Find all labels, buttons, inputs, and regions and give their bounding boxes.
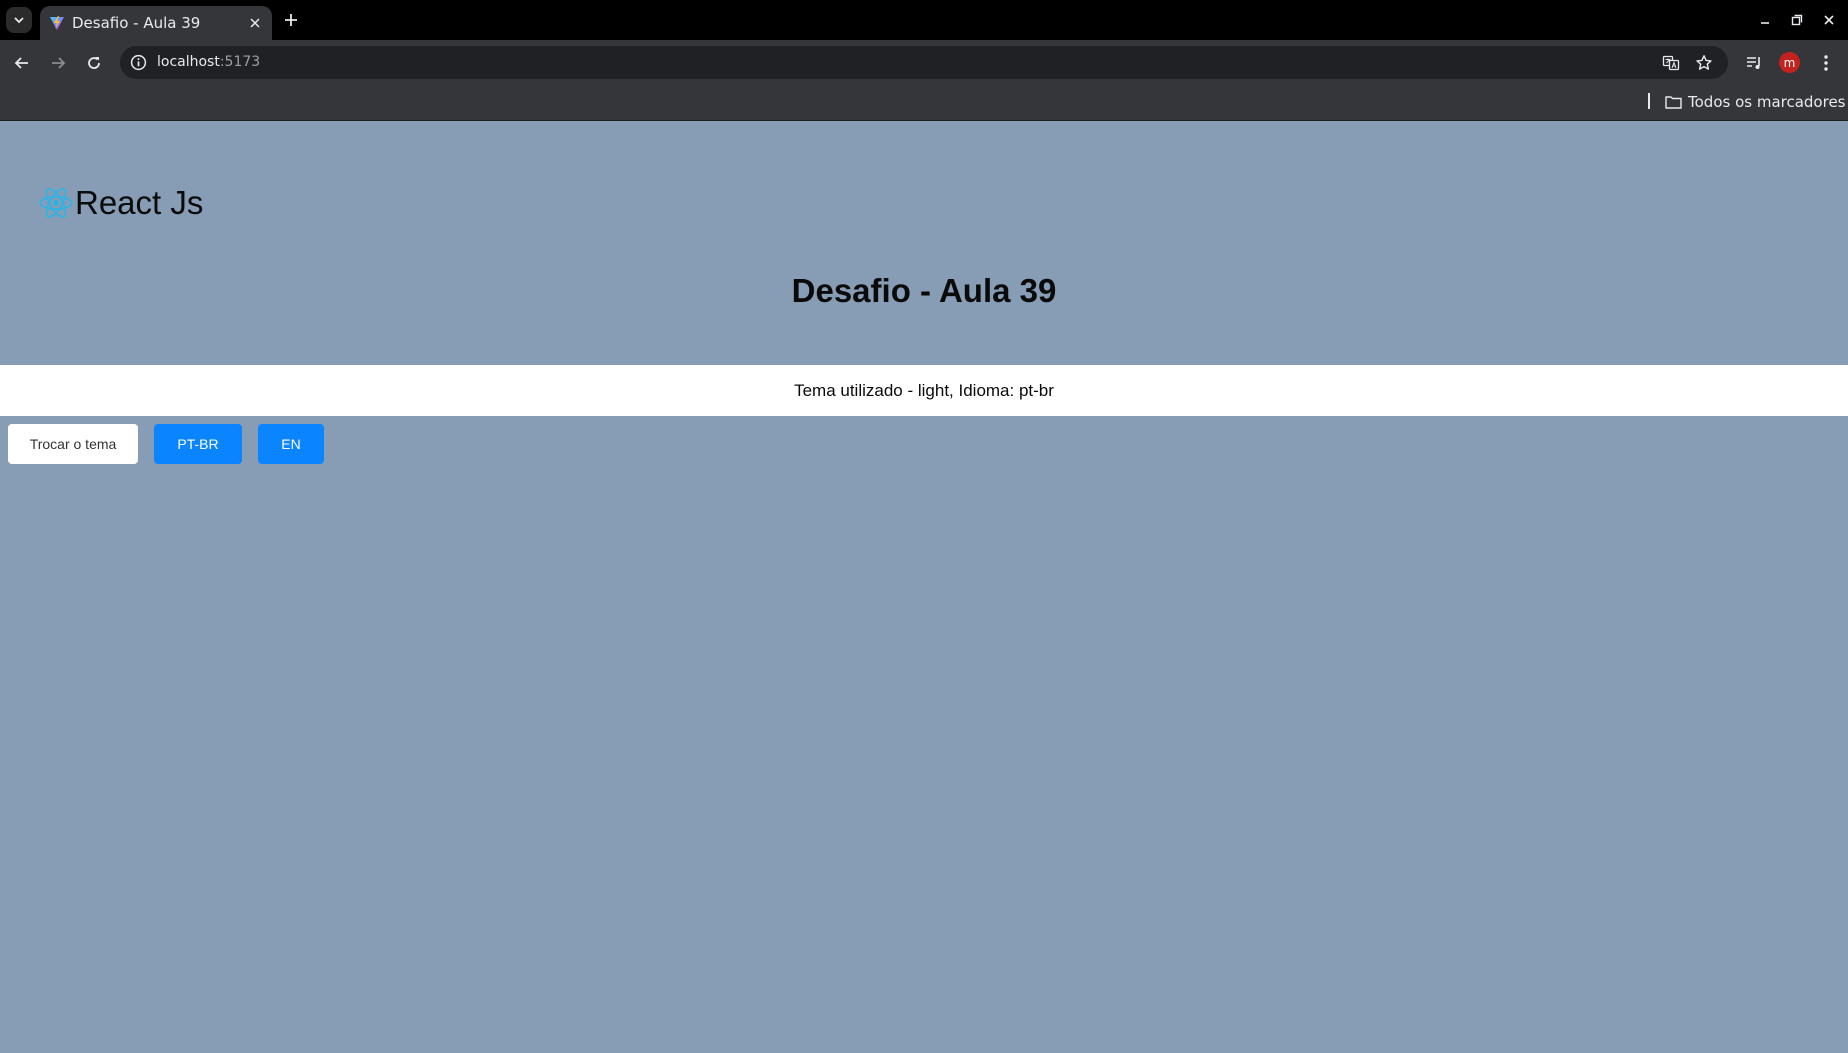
star-icon [1696,55,1712,70]
status-text: Tema utilizado - light, Idioma: pt-br [794,380,1054,400]
minimize-icon [1761,22,1769,24]
translate-icon [1662,55,1680,71]
react-logo-icon [39,188,73,218]
status-strip: Tema utilizado - light, Idioma: pt-br [0,365,1848,416]
translate-button[interactable] [1660,52,1682,74]
url-host: localhost [157,54,220,70]
reload-button[interactable] [80,49,108,77]
minimize-button[interactable] [1754,9,1776,31]
tab-title: Desafio - Aula 39 [72,14,201,32]
bookmark-star-button[interactable] [1693,52,1715,74]
bookmarks-separator [1648,93,1650,109]
url-text: localhost:5173 [157,54,260,70]
page-content: React Js Desafio - Aula 39 Tema utilizad… [0,121,1848,1053]
tab-list-button[interactable] [6,7,32,33]
back-arrow-icon [14,57,28,69]
all-bookmarks-button[interactable]: Todos os marcadores [1665,90,1846,114]
brand-text: React Js [75,184,204,221]
language-ptbr-button[interactable]: PT-BR [154,424,242,464]
browser-toolbar: localhost:5173 m [0,40,1848,85]
page-title: Desafio - Aula 39 [791,272,1057,309]
new-tab-button[interactable] [280,9,302,31]
address-bar[interactable]: localhost:5173 [120,46,1728,79]
reload-icon [88,57,100,69]
window-close-icon [1824,15,1834,25]
restore-icon [1791,14,1803,26]
forward-button[interactable] [44,49,72,77]
media-controls-button[interactable] [1742,51,1766,75]
browser-menu-button[interactable] [1814,51,1838,75]
language-en-button[interactable]: EN [258,424,324,464]
menu-dots-icon [1824,55,1828,71]
folder-icon [1665,96,1682,109]
forward-arrow-icon [52,57,66,69]
tab-close-button[interactable] [246,14,264,32]
url-port: :5173 [219,54,261,70]
bookmarks-bar: Todos os marcadores [0,85,1848,121]
tab-list-icon [14,17,24,24]
vite-favicon-icon [50,16,64,30]
all-bookmarks-label: Todos os marcadores [1688,93,1846,111]
restore-button[interactable] [1786,9,1808,31]
window-close-button[interactable] [1818,9,1840,31]
plus-icon [285,14,297,26]
browser-tab-active[interactable]: Desafio - Aula 39 [40,6,272,40]
browser-tab-bar: Desafio - Aula 39 [0,0,1848,40]
info-icon[interactable] [130,54,147,71]
toggle-theme-button[interactable]: Trocar o tema [8,424,138,464]
profile-avatar[interactable]: m [1779,52,1800,73]
close-icon [250,18,260,28]
brand: React Js [38,184,203,222]
media-controls-icon [1747,57,1760,69]
back-button[interactable] [8,49,36,77]
